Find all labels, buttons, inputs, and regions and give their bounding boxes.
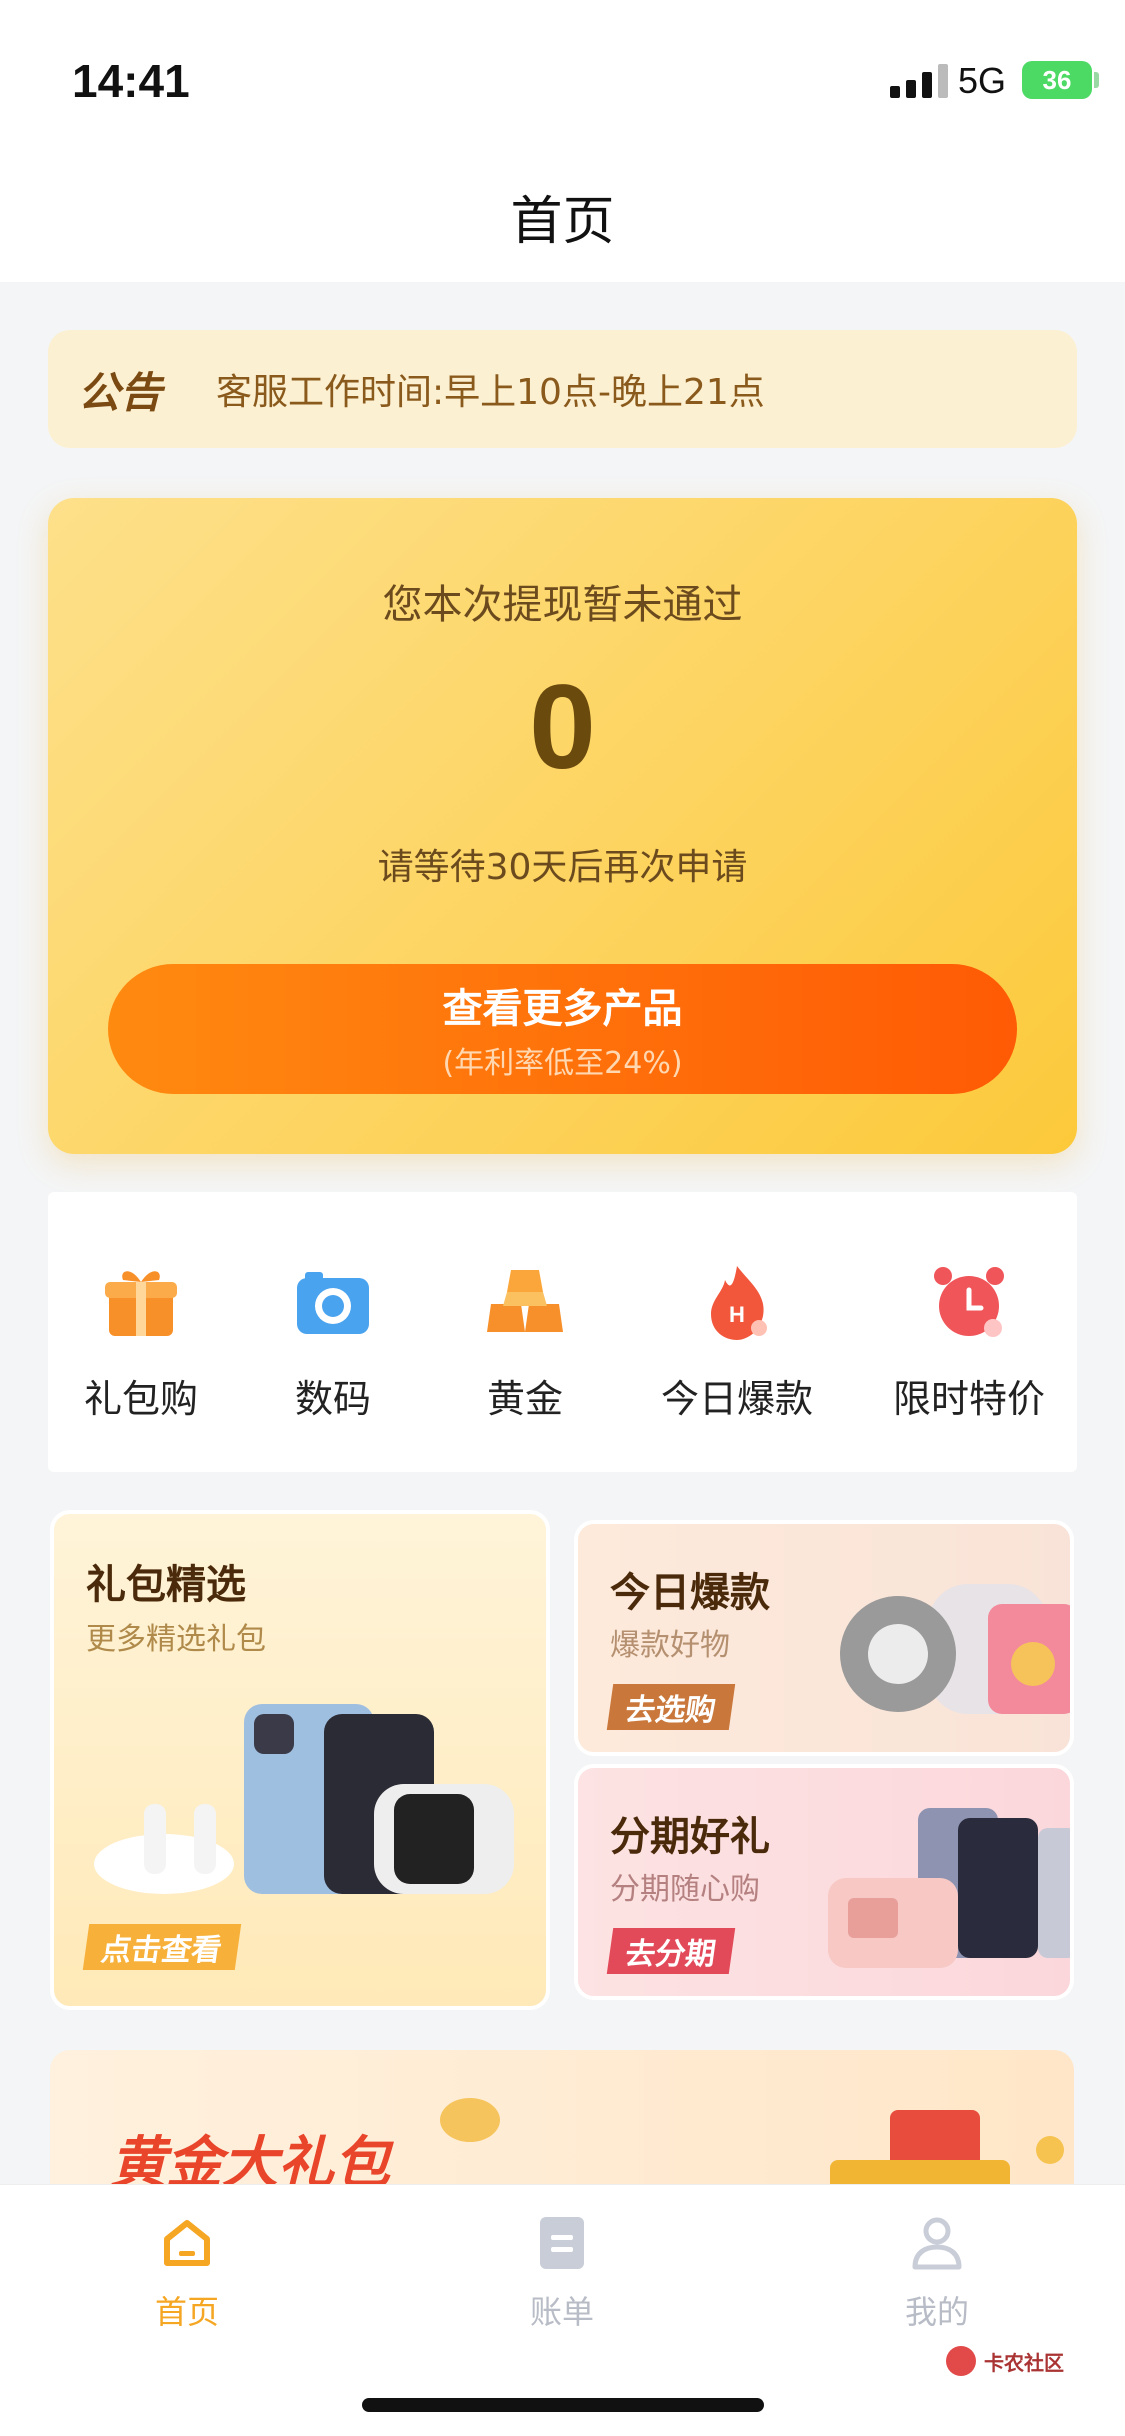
withdraw-amount: 0 (529, 660, 596, 794)
notice-text: 客服工作时间:早上10点-晚上21点 (216, 372, 765, 413)
network-label: 5G (958, 60, 1007, 101)
annual-rate-note: (年利率低至24%) (442, 1046, 683, 1081)
notice-tag: 公告 (78, 367, 163, 417)
product-devices-image (94, 1704, 514, 1894)
signal-icon (890, 64, 948, 98)
category-row: 礼包购 数码 黄金 H 今日爆款 限时特价 (48, 1192, 1077, 1472)
gift-icon (101, 1262, 181, 1342)
home-indicator (362, 2398, 764, 2412)
alarm-clock-icon (929, 1262, 1009, 1342)
promo-gift-selection[interactable]: 礼包精选 更多精选礼包 点击查看 (50, 1510, 550, 2010)
tab-label: 首页 (154, 2293, 219, 2331)
camera-icon (293, 1262, 373, 1342)
promo-title: 今日爆款 (610, 1570, 770, 1616)
withdraw-status-message: 您本次提现暂未通过 (382, 582, 743, 628)
bill-icon (534, 2215, 590, 2271)
category-label: 数码 (294, 1377, 371, 1421)
view-details-button[interactable]: 点击查看 (82, 1924, 242, 1970)
svg-text:H: H (729, 1302, 745, 1327)
promo-subtitle: 分期随心购 (610, 1872, 760, 1907)
notice-banner[interactable]: 公告 客服工作时间:早上10点-晚上21点 (48, 330, 1077, 448)
tab-label: 账单 (529, 2293, 594, 2331)
promo-installment[interactable]: 分期好礼 分期随心购 去分期 (574, 1764, 1074, 2000)
user-icon (909, 2215, 965, 2271)
category-label: 礼包购 (83, 1377, 198, 1421)
tab-home[interactable]: 首页 (87, 2215, 287, 2333)
promo-hot-today[interactable]: 今日爆款 爆款好物 去选购 (574, 1520, 1074, 1756)
watermark-logo-icon (946, 2346, 976, 2376)
category-label: 限时特价 (892, 1377, 1045, 1421)
go-installment-label: 去分期 (623, 1937, 718, 1972)
gold-coin-icon (440, 2098, 500, 2142)
category-digital[interactable]: 数码 (238, 1262, 428, 1423)
status-bar: 14:41 5G 36 (0, 0, 1125, 150)
category-hot-today[interactable]: H 今日爆款 (642, 1262, 832, 1423)
tab-bill[interactable]: 账单 (462, 2215, 662, 2333)
nav-bar: 首页 (0, 150, 1125, 282)
tab-label: 我的 (904, 2293, 969, 2331)
page-title: 首页 (510, 191, 615, 252)
withdraw-status-card: 您本次提现暂未通过 0 请等待30天后再次申请 查看更多产品 (年利率低至24%… (48, 498, 1077, 1154)
promo-subtitle: 爆款好物 (610, 1628, 730, 1663)
promo-subtitle: 更多精选礼包 (86, 1622, 266, 1657)
view-details-label: 点击查看 (99, 1933, 224, 1968)
battery-level: 36 (1042, 64, 1072, 95)
battery-icon: 36 (1022, 61, 1092, 99)
battery-tip (1094, 72, 1099, 88)
view-more-products-button[interactable]: 查看更多产品 (年利率低至24%) (108, 964, 1017, 1094)
status-time: 14:41 (72, 55, 190, 107)
promo-title: 礼包精选 (86, 1562, 246, 1608)
category-gift[interactable]: 礼包购 (46, 1262, 236, 1423)
go-shop-label: 去选购 (623, 1693, 718, 1728)
installment-products-image (828, 1808, 1070, 1968)
go-installment-button[interactable]: 去分期 (606, 1928, 736, 1974)
gold-bar-icon (485, 1262, 565, 1342)
home-icon (159, 2215, 215, 2271)
tab-profile[interactable]: 我的 (837, 2215, 1037, 2333)
speaker-products-image (840, 1584, 1070, 1714)
watermark: 卡农社区 (946, 2346, 1064, 2376)
promo-title: 分期好礼 (610, 1814, 770, 1860)
view-more-products-label: 查看更多产品 (442, 986, 683, 1032)
category-gold[interactable]: 黄金 (430, 1262, 620, 1423)
flame-icon: H (697, 1262, 777, 1342)
category-flash-sale[interactable]: 限时特价 (874, 1262, 1064, 1423)
category-label: 黄金 (486, 1377, 563, 1421)
withdraw-wait-hint: 请等待30天后再次申请 (377, 847, 748, 888)
category-label: 今日爆款 (660, 1377, 813, 1421)
watermark-text: 卡农社区 (984, 2350, 1064, 2375)
go-shop-button[interactable]: 去选购 (606, 1684, 736, 1730)
